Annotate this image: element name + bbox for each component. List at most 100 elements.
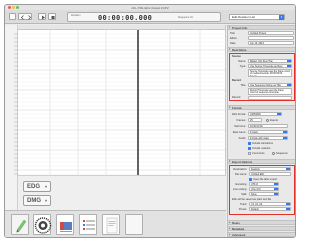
list-preset-tile[interactable] bbox=[79, 214, 97, 235]
source-type-select[interactable]: Use Source Timecode as Reel bbox=[248, 64, 292, 68]
chevron-down-icon bbox=[277, 113, 281, 115]
stop-button[interactable] bbox=[48, 13, 56, 20]
line-ending-select[interactable]: Unix (LF) bbox=[249, 187, 279, 191]
chevron-down-icon bbox=[274, 193, 278, 195]
navigate-buttons[interactable] bbox=[18, 13, 32, 20]
inspector-panel: ▾ Project Info Title Untitled Project Ed… bbox=[227, 25, 295, 237]
open-after-export-checkbox[interactable] bbox=[249, 177, 252, 181]
seal-badge-tile[interactable] bbox=[33, 214, 52, 235]
pencil-tool-tile[interactable] bbox=[11, 214, 29, 235]
format-label-3: Reel name: bbox=[232, 131, 246, 134]
preset-strip bbox=[5, 210, 226, 237]
project-date-field[interactable]: Jun 10, 2013 bbox=[248, 41, 294, 45]
field-label-title: Title bbox=[230, 32, 235, 35]
select-value: Desktop bbox=[251, 168, 260, 171]
format-label-0: EDL format: bbox=[232, 113, 246, 116]
section-title: Reel Name bbox=[232, 48, 247, 52]
output-format-select[interactable]: Edit Decision List ▾ bbox=[229, 14, 285, 20]
play-button[interactable] bbox=[38, 13, 46, 20]
select-value: Master Clip Reel Title bbox=[250, 60, 273, 63]
source-name-label: Name: bbox=[238, 60, 246, 63]
disclosure-triangle-icon: ▾ bbox=[229, 26, 231, 29]
seal-icon bbox=[34, 217, 52, 234]
section-header-notes[interactable]: ▸ Notes bbox=[228, 220, 295, 225]
select-value: Default bbox=[251, 208, 259, 211]
field-value: Untitled EDL bbox=[251, 173, 265, 176]
section-header-reel[interactable]: ▾ Reel Name bbox=[228, 47, 295, 52]
preset-select[interactable]: Default bbox=[249, 207, 291, 211]
section-title: Format bbox=[232, 106, 242, 110]
select-value: Use Source Timecode as Reel bbox=[250, 65, 283, 68]
film-preset-tile[interactable] bbox=[56, 214, 74, 235]
source-name-select[interactable]: Master Clip Reel Title bbox=[248, 59, 292, 63]
include-markers-checkbox[interactable] bbox=[248, 147, 251, 150]
section-header-advanced[interactable]: ▸ Advanced bbox=[228, 232, 295, 237]
disclosure-triangle-icon: ▾ bbox=[229, 160, 231, 163]
project-editor-field[interactable] bbox=[248, 36, 294, 40]
disclosure-triangle-icon: ▸ bbox=[229, 221, 231, 224]
chevron-down-icon bbox=[283, 131, 287, 133]
section-title: Advanced bbox=[232, 233, 246, 237]
include-transitions-checkbox[interactable] bbox=[248, 142, 251, 145]
frames-field[interactable]: 25 bbox=[248, 118, 262, 122]
section-header-project[interactable]: ▾ Project Info bbox=[228, 25, 295, 30]
stop-icon bbox=[51, 16, 55, 19]
export-label-4: Split: bbox=[241, 193, 247, 196]
source-type-label: Type: bbox=[239, 65, 246, 68]
source-heading: Source bbox=[232, 55, 241, 58]
field-label-editor: Editor bbox=[230, 37, 237, 40]
timecode-display: Duration 00:00:00.000 Sequence 01 bbox=[67, 12, 221, 22]
section-header-format[interactable]: ▾ Format bbox=[228, 105, 295, 110]
blank-preset-tile[interactable] bbox=[125, 214, 143, 235]
row-ruler bbox=[5, 25, 18, 237]
record-heading: Record bbox=[232, 79, 241, 82]
list-icon bbox=[83, 220, 95, 230]
toolbar: Duration 00:00:00.000 Sequence 01 Edit D… bbox=[5, 10, 295, 24]
play-icon bbox=[42, 15, 45, 20]
output-format-value: Edit Decision List bbox=[232, 15, 256, 19]
export-label-2: Encoding: bbox=[235, 183, 247, 186]
field-value: 01:00:00:00 bbox=[250, 125, 263, 128]
start-time-field[interactable]: 01:00:00:00 bbox=[248, 124, 288, 128]
chevron-down-icon bbox=[274, 188, 278, 190]
section-title: Notes bbox=[232, 221, 240, 225]
sidebar-toggle-button[interactable] bbox=[9, 13, 16, 20]
split-select[interactable]: None bbox=[249, 192, 279, 196]
comments-checkbox[interactable] bbox=[248, 152, 251, 155]
edl-format-select[interactable]: CMX3600 bbox=[248, 112, 282, 116]
radio-events[interactable] bbox=[266, 118, 269, 122]
select-value: None bbox=[251, 193, 257, 196]
section-title: Project Info bbox=[232, 26, 248, 30]
record-footer-field[interactable] bbox=[248, 96, 292, 100]
section-title: Metadata bbox=[232, 227, 245, 231]
track-button-edg[interactable]: EDG ▾ bbox=[23, 181, 51, 192]
disclosure-triangle-icon: ▾ bbox=[229, 48, 231, 51]
export-label-0: Destination: bbox=[233, 168, 247, 171]
export-label-3: Line ending: bbox=[232, 188, 247, 191]
destination-select[interactable]: Desktop bbox=[249, 167, 291, 171]
include-transitions-label: Include transitions bbox=[252, 142, 273, 145]
section-header-export[interactable]: ▾ Export Options bbox=[228, 159, 295, 164]
track-button-dmg[interactable]: DMG ▾ bbox=[23, 195, 51, 206]
project-title-field[interactable]: Untitled Project bbox=[248, 31, 294, 35]
timeline-grid[interactable] bbox=[18, 25, 226, 175]
reel-name-select[interactable]: 8 chars bbox=[248, 130, 288, 134]
grid-lines bbox=[18, 30, 226, 175]
section-header-metadata[interactable]: ▸ Metadata bbox=[228, 226, 295, 231]
record-title-label: Title: bbox=[240, 84, 246, 87]
audio-select[interactable]: Include with video bbox=[248, 136, 288, 140]
track-select[interactable]: V1, A1, A2 bbox=[249, 202, 291, 206]
record-footer-label: Record bbox=[232, 96, 241, 99]
select-value: Unix (LF) bbox=[251, 188, 261, 191]
chevron-left-right-icon bbox=[20, 15, 32, 20]
chevron-down-icon: ▾ bbox=[44, 184, 47, 189]
record-title-select[interactable]: Use Sequence Name as Title bbox=[248, 83, 292, 87]
file-name-field[interactable]: Untitled EDL bbox=[249, 172, 291, 176]
document-preset-tile[interactable] bbox=[102, 214, 120, 235]
export-tail-label-1: Preset: bbox=[238, 208, 247, 211]
chevron-down-icon bbox=[283, 137, 287, 139]
encoding-select[interactable]: UTF-8 bbox=[249, 182, 279, 186]
radio-sequence[interactable] bbox=[272, 152, 275, 155]
export-label-1: File name: bbox=[234, 173, 247, 176]
export-note: EDL will be saved as plain text file bbox=[232, 198, 272, 201]
